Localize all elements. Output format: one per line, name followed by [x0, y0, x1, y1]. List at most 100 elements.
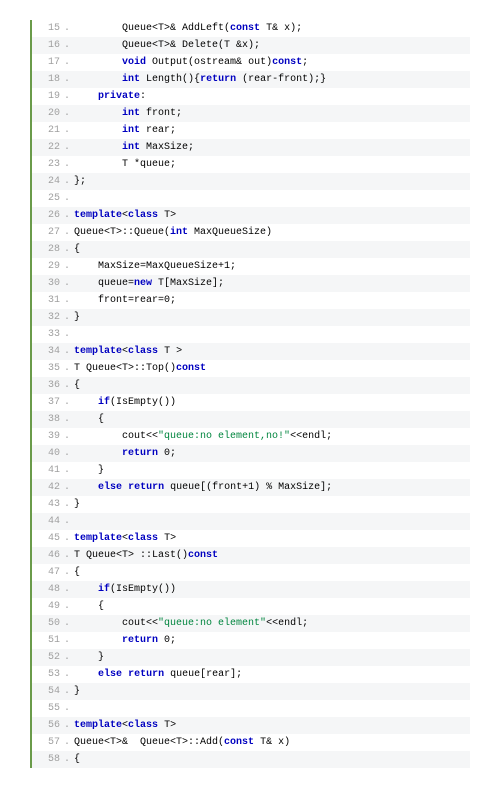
code-line: 52. }	[32, 649, 470, 666]
code-content: }	[74, 683, 470, 700]
line-number: 15	[32, 20, 64, 37]
code-line: 37. if(IsEmpty())	[32, 394, 470, 411]
code-content: }	[74, 649, 470, 666]
code-line: 49. {	[32, 598, 470, 615]
line-dot: .	[64, 309, 74, 326]
line-number: 37	[32, 394, 64, 411]
line-number: 38	[32, 411, 64, 428]
line-dot: .	[64, 156, 74, 173]
line-number: 33	[32, 326, 64, 343]
line-dot: .	[64, 207, 74, 224]
line-number: 31	[32, 292, 64, 309]
line-dot: .	[64, 615, 74, 632]
code-content: return 0;	[74, 632, 470, 649]
line-number: 30	[32, 275, 64, 292]
line-dot: .	[64, 513, 74, 530]
code-content: {	[74, 564, 470, 581]
code-content: T *queue;	[74, 156, 470, 173]
line-dot: .	[64, 122, 74, 139]
code-line: 16. Queue<T>& Delete(T &x);	[32, 37, 470, 54]
code-content: T Queue<T> ::Last()const	[74, 547, 470, 564]
line-number: 23	[32, 156, 64, 173]
code-content: return 0;	[74, 445, 470, 462]
code-line: 48. if(IsEmpty())	[32, 581, 470, 598]
code-line: 57.Queue<T>& Queue<T>::Add(const T& x)	[32, 734, 470, 751]
code-content: template<class T>	[74, 717, 470, 734]
line-dot: .	[64, 54, 74, 71]
line-number: 39	[32, 428, 64, 445]
code-line: 40. return 0;	[32, 445, 470, 462]
code-content: Queue<T>::Queue(int MaxQueueSize)	[74, 224, 470, 241]
line-dot: .	[64, 717, 74, 734]
line-dot: .	[64, 734, 74, 751]
code-content: {	[74, 598, 470, 615]
line-dot: .	[64, 700, 74, 717]
line-number: 26	[32, 207, 64, 224]
line-dot: .	[64, 71, 74, 88]
line-number: 36	[32, 377, 64, 394]
line-number: 43	[32, 496, 64, 513]
line-number: 57	[32, 734, 64, 751]
code-line: 50. cout<<"queue:no element"<<endl;	[32, 615, 470, 632]
line-number: 58	[32, 751, 64, 768]
code-content: cout<<"queue:no element,no!"<<endl;	[74, 428, 470, 445]
line-number: 54	[32, 683, 64, 700]
code-content: if(IsEmpty())	[74, 581, 470, 598]
code-content: else return queue[rear];	[74, 666, 470, 683]
line-dot: .	[64, 683, 74, 700]
line-dot: .	[64, 547, 74, 564]
code-content: }	[74, 309, 470, 326]
line-number: 25	[32, 190, 64, 207]
line-dot: .	[64, 343, 74, 360]
line-number: 56	[32, 717, 64, 734]
code-line: 25.	[32, 190, 470, 207]
code-content: }	[74, 496, 470, 513]
line-dot: .	[64, 105, 74, 122]
line-number: 50	[32, 615, 64, 632]
line-dot: .	[64, 751, 74, 768]
line-dot: .	[64, 411, 74, 428]
line-dot: .	[64, 479, 74, 496]
code-line: 32.}	[32, 309, 470, 326]
code-line: 28.{	[32, 241, 470, 258]
code-content: int Length(){return (rear-front);}	[74, 71, 470, 88]
code-line: 24.};	[32, 173, 470, 190]
code-line: 43.}	[32, 496, 470, 513]
line-dot: .	[64, 394, 74, 411]
line-number: 47	[32, 564, 64, 581]
code-content: template<class T>	[74, 530, 470, 547]
line-number: 22	[32, 139, 64, 156]
code-line: 54.}	[32, 683, 470, 700]
code-content: Queue<T>& Delete(T &x);	[74, 37, 470, 54]
line-number: 51	[32, 632, 64, 649]
code-content: queue=new T[MaxSize];	[74, 275, 470, 292]
line-number: 42	[32, 479, 64, 496]
code-line: 45.template<class T>	[32, 530, 470, 547]
line-number: 34	[32, 343, 64, 360]
code-line: 15. Queue<T>& AddLeft(const T& x);	[32, 20, 470, 37]
code-line: 20. int front;	[32, 105, 470, 122]
line-number: 17	[32, 54, 64, 71]
code-line: 29. MaxSize=MaxQueueSize+1;	[32, 258, 470, 275]
code-line: 36.{	[32, 377, 470, 394]
code-line: 42. else return queue[(front+1) % MaxSiz…	[32, 479, 470, 496]
code-content: if(IsEmpty())	[74, 394, 470, 411]
code-line: 47.{	[32, 564, 470, 581]
code-line: 30. queue=new T[MaxSize];	[32, 275, 470, 292]
line-dot: .	[64, 20, 74, 37]
line-number: 55	[32, 700, 64, 717]
line-number: 29	[32, 258, 64, 275]
line-dot: .	[64, 37, 74, 54]
line-number: 45	[32, 530, 64, 547]
line-dot: .	[64, 360, 74, 377]
line-number: 40	[32, 445, 64, 462]
code-content: {	[74, 411, 470, 428]
code-content: void Output(ostream& out)const;	[74, 54, 470, 71]
code-content: Queue<T>& AddLeft(const T& x);	[74, 20, 470, 37]
line-dot: .	[64, 462, 74, 479]
code-line: 56.template<class T>	[32, 717, 470, 734]
line-dot: .	[64, 88, 74, 105]
code-line: 55.	[32, 700, 470, 717]
code-content: else return queue[(front+1) % MaxSize];	[74, 479, 470, 496]
code-content: }	[74, 462, 470, 479]
